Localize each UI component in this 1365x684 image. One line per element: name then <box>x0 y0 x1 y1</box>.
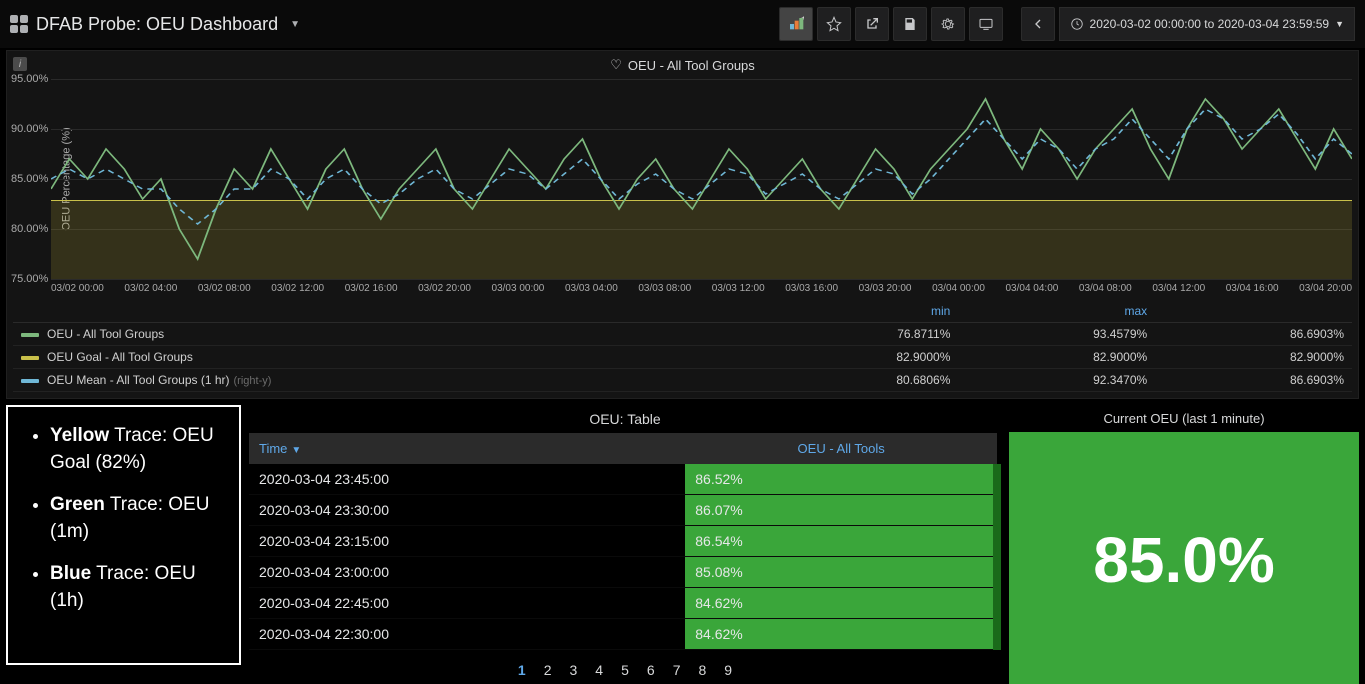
legend-row[interactable]: OEU - All Tool Groups76.8711%93.4579%86.… <box>13 323 1352 346</box>
annotation-item: Green Trace: OEU (1m) <box>50 492 219 545</box>
x-tick: 03/03 16:00 <box>785 283 838 294</box>
gauge-value: 85.0% <box>1093 523 1274 597</box>
tv-mode-button[interactable] <box>969 7 1003 41</box>
x-tick: 03/02 12:00 <box>271 283 324 294</box>
info-icon[interactable]: i <box>13 57 27 71</box>
table-row[interactable]: 2020-03-04 23:15:0086.54% <box>249 526 997 557</box>
annotation-item: Blue Trace: OEU (1h) <box>50 561 219 614</box>
page-link[interactable]: 1 <box>509 658 535 682</box>
x-axis-ticks: 03/02 00:00 03/02 04:00 03/02 08:00 03/02 1… <box>51 283 1352 294</box>
chart-lines <box>51 79 1352 279</box>
legend-col-max[interactable]: max <box>958 300 1155 323</box>
x-tick: 03/02 20:00 <box>418 283 471 294</box>
settings-button[interactable] <box>931 7 965 41</box>
x-tick: 03/03 08:00 <box>638 283 691 294</box>
table-row[interactable]: 2020-03-04 22:45:0084.62% <box>249 588 997 619</box>
x-tick: 03/04 08:00 <box>1079 283 1132 294</box>
clock-icon <box>1070 17 1084 31</box>
legend-table: min max OEU - All Tool Groups76.8711%93.… <box>13 300 1352 392</box>
page-link[interactable]: 9 <box>715 658 741 682</box>
x-tick: 03/02 16:00 <box>345 283 398 294</box>
table-col-time[interactable]: Time▼ <box>249 433 685 464</box>
x-tick: 03/04 20:00 <box>1299 283 1352 294</box>
chevron-down-icon: ▼ <box>290 19 300 30</box>
dashboard-title-group[interactable]: DFAB Probe: OEU Dashboard ▼ <box>10 14 300 35</box>
svg-text:+: + <box>801 16 804 22</box>
heart-icon: ♡ <box>610 57 622 73</box>
y-tick: 90.00% <box>11 123 48 135</box>
time-range-text: 2020-03-02 00:00:00 to 2020-03-04 23:59:… <box>1090 17 1330 31</box>
x-tick: 03/04 04:00 <box>1005 283 1058 294</box>
x-tick: 03/04 12:00 <box>1152 283 1205 294</box>
chart-plot-area[interactable]: OEU Percentage (%) 75.00%80.00%85.00%90.… <box>51 79 1352 279</box>
add-panel-button[interactable]: + <box>779 7 813 41</box>
table-row[interactable]: 2020-03-04 23:00:0085.08% <box>249 557 997 588</box>
star-button[interactable] <box>817 7 851 41</box>
table-row[interactable]: 2020-03-04 22:30:0084.62% <box>249 619 997 650</box>
page-link[interactable]: 3 <box>561 658 587 682</box>
table-panel: OEU: Table Time▼ OEU - All Tools 2020-03… <box>249 405 1001 684</box>
dashboard-title: DFAB Probe: OEU Dashboard <box>36 14 278 35</box>
chevron-down-icon: ▼ <box>1335 19 1344 29</box>
annotation-item: Yellow Trace: OEU Goal (82%) <box>50 423 219 476</box>
time-range-picker[interactable]: 2020-03-02 00:00:00 to 2020-03-04 23:59:… <box>1059 7 1355 41</box>
table-row[interactable]: 2020-03-04 23:30:0086.07% <box>249 495 997 526</box>
chart-title: OEU - All Tool Groups <box>628 58 755 73</box>
y-tick: 95.00% <box>11 73 48 85</box>
page-link[interactable]: 7 <box>664 658 690 682</box>
sort-desc-icon: ▼ <box>291 445 301 456</box>
save-button[interactable] <box>893 7 927 41</box>
y-tick: 85.00% <box>11 173 48 185</box>
top-bar: DFAB Probe: OEU Dashboard ▼ + 2020-03-02… <box>0 0 1365 48</box>
table-row[interactable]: 2020-03-04 23:45:0086.52% <box>249 464 997 495</box>
table-title: OEU: Table <box>249 405 1001 433</box>
x-tick: 03/03 12:00 <box>712 283 765 294</box>
x-tick: 03/03 04:00 <box>565 283 618 294</box>
table-pagination: 123456789 <box>249 650 1001 684</box>
gauge-title: Current OEU (last 1 minute) <box>1009 405 1359 432</box>
x-tick: 03/02 08:00 <box>198 283 251 294</box>
chart-panel: i ♡ OEU - All Tool Groups OEU Percentage… <box>6 50 1359 399</box>
page-link[interactable]: 8 <box>689 658 715 682</box>
page-link[interactable]: 4 <box>586 658 612 682</box>
legend-row[interactable]: OEU Mean - All Tool Groups (1 hr)(right-… <box>13 369 1352 392</box>
legend-col-min[interactable]: min <box>762 300 959 323</box>
x-tick: 03/02 04:00 <box>124 283 177 294</box>
time-back-button[interactable] <box>1021 7 1055 41</box>
y-tick: 80.00% <box>11 223 48 235</box>
dashboard-grid-icon <box>10 15 28 33</box>
x-tick: 03/04 16:00 <box>1226 283 1279 294</box>
page-link[interactable]: 2 <box>535 658 561 682</box>
gauge-panel: Current OEU (last 1 minute) 85.0% <box>1009 405 1359 684</box>
legend-row[interactable]: OEU Goal - All Tool Groups82.9000%82.900… <box>13 346 1352 369</box>
table-col-value[interactable]: OEU - All Tools <box>685 433 997 464</box>
page-link[interactable]: 5 <box>612 658 638 682</box>
y-tick: 75.00% <box>11 273 48 285</box>
x-tick: 03/03 20:00 <box>859 283 912 294</box>
annotation-overlay: Yellow Trace: OEU Goal (82%) Green Trace:… <box>6 405 241 665</box>
x-tick: 03/04 00:00 <box>932 283 985 294</box>
x-tick: 03/02 00:00 <box>51 283 104 294</box>
x-tick: 03/03 00:00 <box>492 283 545 294</box>
gauge-body: 85.0% <box>1009 432 1359 684</box>
share-button[interactable] <box>855 7 889 41</box>
page-link[interactable]: 6 <box>638 658 664 682</box>
